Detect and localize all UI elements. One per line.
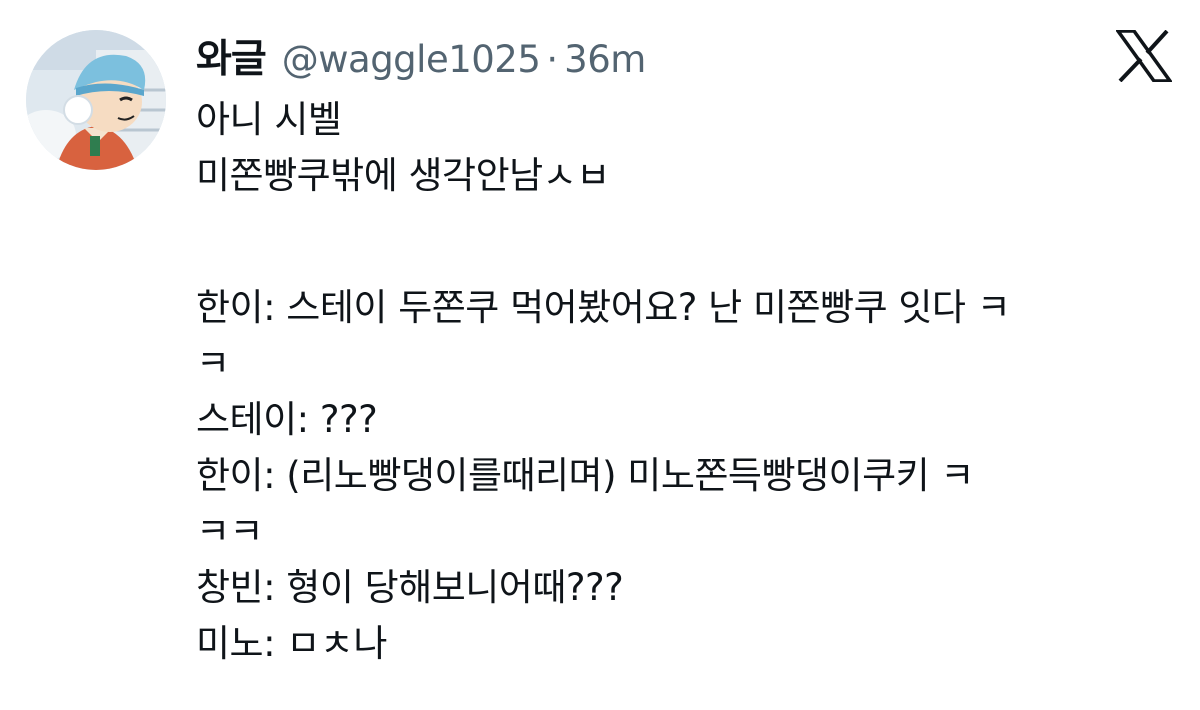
user-handle[interactable]: @waggle1025 <box>282 38 541 81</box>
tweet-line: 창빈: 형이 당해보니어때??? <box>196 566 624 609</box>
tweet-line: 한이: 스테이 두쫀쿠 먹어봤어요? 난 미쫀빵쿠 잇다 ㅋ <box>196 286 1011 329</box>
avatar[interactable] <box>26 30 166 170</box>
tweet-header: 와글 @waggle1025 · 36m <box>196 28 646 88</box>
tweet-line: 미노: ㅁㅊ나 <box>196 622 387 665</box>
x-logo-icon[interactable] <box>1114 29 1174 83</box>
tweet-text: 아니 시벨 미쫀빵쿠밖에 생각안남ㅅㅂ 한이: 스테이 두쫀쿠 먹어봤어요? 난… <box>196 92 1176 672</box>
tweet-line: ㅋㅋ <box>196 510 264 553</box>
tweet-line: 미쫀빵쿠밖에 생각안남ㅅㅂ <box>196 154 610 197</box>
timestamp[interactable]: 36m <box>564 38 646 81</box>
display-name[interactable]: 와글 <box>196 28 267 84</box>
separator-dot: · <box>546 38 559 81</box>
tweet-line: 한이: (리노빵댕이를때리며) 미노쫀득빵댕이쿠키 ㅋ <box>196 454 974 497</box>
tweet-line: 아니 시벨 <box>196 98 342 141</box>
tweet-line: ㅋ <box>196 342 230 385</box>
avatar-illustration <box>26 30 166 170</box>
x-logo-svg <box>1114 29 1174 83</box>
tweet-line: 스테이: ??? <box>196 398 378 441</box>
tweet-card: 와글 @waggle1025 · 36m 아니 시벨 미쫀빵쿠밖에 생각안남ㅅㅂ… <box>0 0 1200 710</box>
